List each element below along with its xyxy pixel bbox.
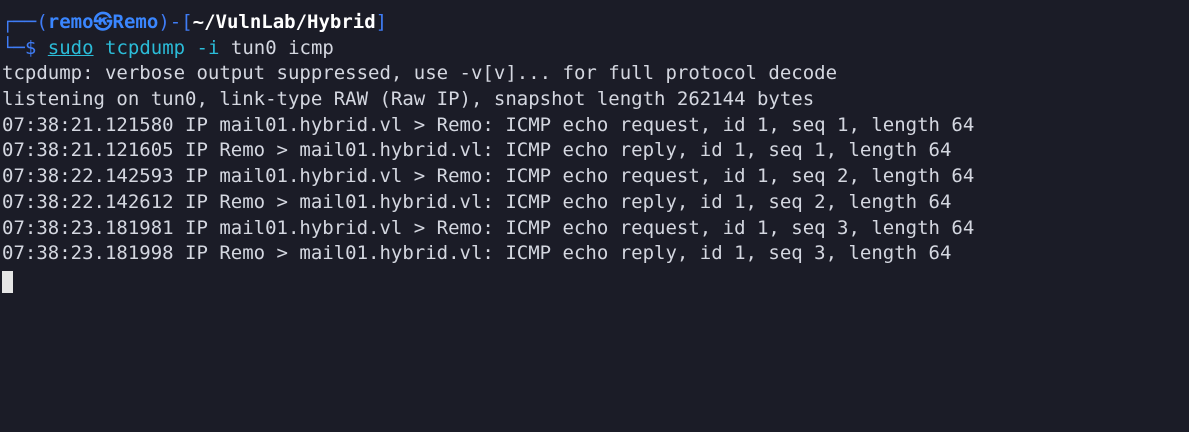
output-line: 07:38:22.142593 IP mail01.hybrid.vl > Re…: [2, 165, 975, 188]
output-line: 07:38:22.142612 IP Remo > mail01.hybrid.…: [2, 190, 952, 213]
prompt-separator: )-[: [158, 11, 193, 33]
command-flag: -i: [196, 36, 220, 59]
output-line: 07:38:21.121580 IP mail01.hybrid.vl > Re…: [2, 113, 975, 136]
output-line: listening on tun0, link-type RAW (Raw IP…: [2, 88, 815, 111]
prompt-username: remo: [47, 11, 94, 33]
cursor-line[interactable]: [2, 267, 1189, 293]
command-args: tun0 icmp: [230, 36, 334, 59]
prompt-box-bottom: └─: [2, 36, 25, 59]
command-sudo: sudo: [47, 36, 94, 59]
prompt-symbol: $: [24, 36, 37, 59]
prompt-header-line: ┌──(remo㉿Remo)-[~/VulnLab/Hybrid]: [2, 10, 1189, 36]
output-line: tcpdump: verbose output suppressed, use …: [2, 62, 838, 85]
command-name: tcpdump: [105, 36, 186, 59]
output-line: 07:38:23.181981 IP mail01.hybrid.vl > Re…: [2, 216, 975, 239]
prompt-box-top: ┌──(: [2, 11, 48, 33]
prompt-close-bracket: ]: [375, 11, 388, 33]
output-line: 07:38:21.121605 IP Remo > mail01.hybrid.…: [2, 139, 952, 162]
terminal-window[interactable]: ┌──(remo㉿Remo)-[~/VulnLab/Hybrid] └─$ su…: [0, 0, 1189, 432]
prompt-cwd: ~/VulnLab/Hybrid: [192, 11, 376, 33]
output-line: 07:38:23.181998 IP Remo > mail01.hybrid.…: [2, 242, 952, 265]
terminal-cursor: [2, 270, 13, 293]
prompt-hostname: Remo: [112, 11, 159, 33]
command-line[interactable]: └─$ sudo tcpdump -i tun0 icmp: [2, 36, 1189, 62]
skull-icon: ㉿: [93, 11, 113, 33]
